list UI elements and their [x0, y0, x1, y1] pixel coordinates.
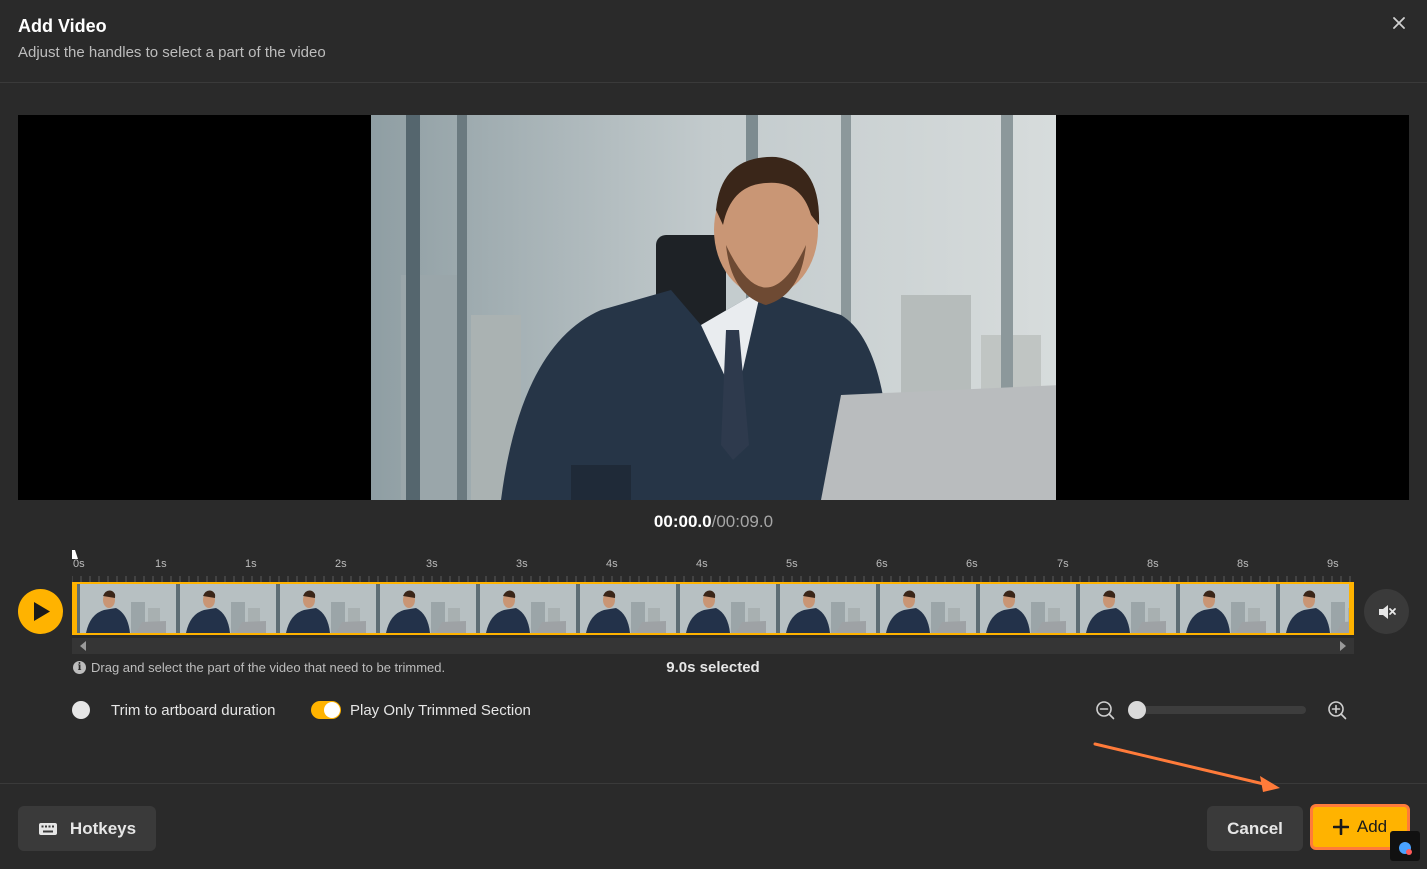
video-thumbnail — [176, 584, 276, 633]
hotkeys-label: Hotkeys — [69, 818, 137, 838]
thumbnail-row — [76, 584, 1354, 633]
thumbnail-frame — [1076, 584, 1176, 633]
add-label: Add — [1356, 817, 1388, 836]
thumbnail-frame — [576, 584, 676, 633]
zoom-slider-track[interactable] — [1130, 706, 1306, 714]
zoom-slider-thumb[interactable] — [1128, 701, 1146, 719]
video-thumbnail — [1176, 584, 1276, 633]
timeline-tick-marks — [72, 576, 1351, 582]
video-preview[interactable] — [18, 115, 1409, 500]
timeline-filmstrip[interactable] — [72, 582, 1354, 635]
video-thumbnail — [476, 584, 576, 633]
thumbnail-frame — [976, 584, 1076, 633]
thumbnail-frame — [1276, 584, 1354, 633]
trim-to-artboard-label: Trim to artboard duration — [111, 701, 276, 719]
trim-to-artboard-option: Trim to artboard duration — [72, 698, 276, 722]
trim-to-artboard-toggle[interactable] — [72, 701, 102, 719]
play-button[interactable] — [18, 589, 63, 634]
video-thumbnail — [276, 584, 376, 633]
thumbnail-frame — [476, 584, 576, 633]
info-icon: i — [73, 661, 86, 674]
dialog-header: Add Video Adjust the handles to select a… — [0, 0, 1427, 83]
thumbnail-frame — [376, 584, 476, 633]
close-button[interactable] — [1388, 12, 1410, 34]
annotation-arrow-icon — [1093, 742, 1280, 792]
total-time: 00:09.0 — [716, 512, 774, 531]
hotkeys-button[interactable]: Hotkeys — [18, 806, 156, 851]
play-only-trimmed-toggle[interactable] — [311, 701, 341, 719]
video-frame — [371, 115, 1056, 500]
thumbnail-frame — [176, 584, 276, 633]
thumbnail-frame — [676, 584, 776, 633]
video-thumbnail — [976, 584, 1076, 633]
thumbnail-frame — [776, 584, 876, 633]
video-thumbnail — [76, 584, 176, 633]
mute-button[interactable] — [1364, 589, 1409, 634]
video-thumbnail — [1076, 584, 1176, 633]
plus-icon — [1332, 819, 1349, 835]
trim-handle-start[interactable] — [72, 582, 77, 635]
video-thumbnail — [1276, 584, 1354, 633]
video-thumbnail — [776, 584, 876, 633]
recorder-icon — [1399, 842, 1412, 855]
timeline-scrollbar[interactable] — [72, 638, 1354, 654]
cancel-button[interactable]: Cancel — [1207, 806, 1303, 851]
zoom-in-icon[interactable] — [1327, 700, 1347, 720]
selection-duration: 9.0s selected — [666, 659, 760, 676]
thumbnail-frame — [876, 584, 976, 633]
scroll-left-icon[interactable] — [80, 641, 86, 651]
scroll-right-icon[interactable] — [1340, 641, 1346, 651]
trim-hint-text: Drag and select the part of the video th… — [91, 660, 446, 675]
timeline-ruler: 0s 1s 1s 2s 3s 3s 4s 4s 5s 6s 6s 7s 8s 8s 9s — [72, 550, 1354, 582]
play-only-trimmed-option: Play Only Trimmed Section — [311, 698, 531, 722]
keyboard-icon — [38, 822, 57, 835]
video-thumbnail — [376, 584, 476, 633]
thumbnail-frame — [1176, 584, 1276, 633]
zoom-out-icon[interactable] — [1095, 700, 1115, 720]
thumbnail-frame — [76, 584, 176, 633]
time-display: 00:00.0/00:09.0 — [0, 512, 1427, 532]
screen-recorder-badge — [1390, 831, 1420, 861]
toggle-knob — [72, 701, 90, 719]
play-only-trimmed-label: Play Only Trimmed Section — [350, 701, 531, 719]
close-icon — [1393, 17, 1405, 29]
play-icon — [34, 602, 50, 621]
thumbnail-frame — [276, 584, 376, 633]
trim-hint: i Drag and select the part of the video … — [73, 660, 445, 675]
video-thumbnail — [576, 584, 676, 633]
mute-icon — [1379, 605, 1396, 619]
dialog-title: Add Video — [18, 16, 107, 36]
toggle-knob — [324, 702, 340, 718]
trim-handle-end[interactable] — [1349, 582, 1354, 635]
current-time: 00:00.0 — [653, 512, 712, 531]
dialog-subtitle: Adjust the handles to select a part of t… — [18, 44, 326, 61]
video-thumbnail — [676, 584, 776, 633]
video-thumbnail — [876, 584, 976, 633]
